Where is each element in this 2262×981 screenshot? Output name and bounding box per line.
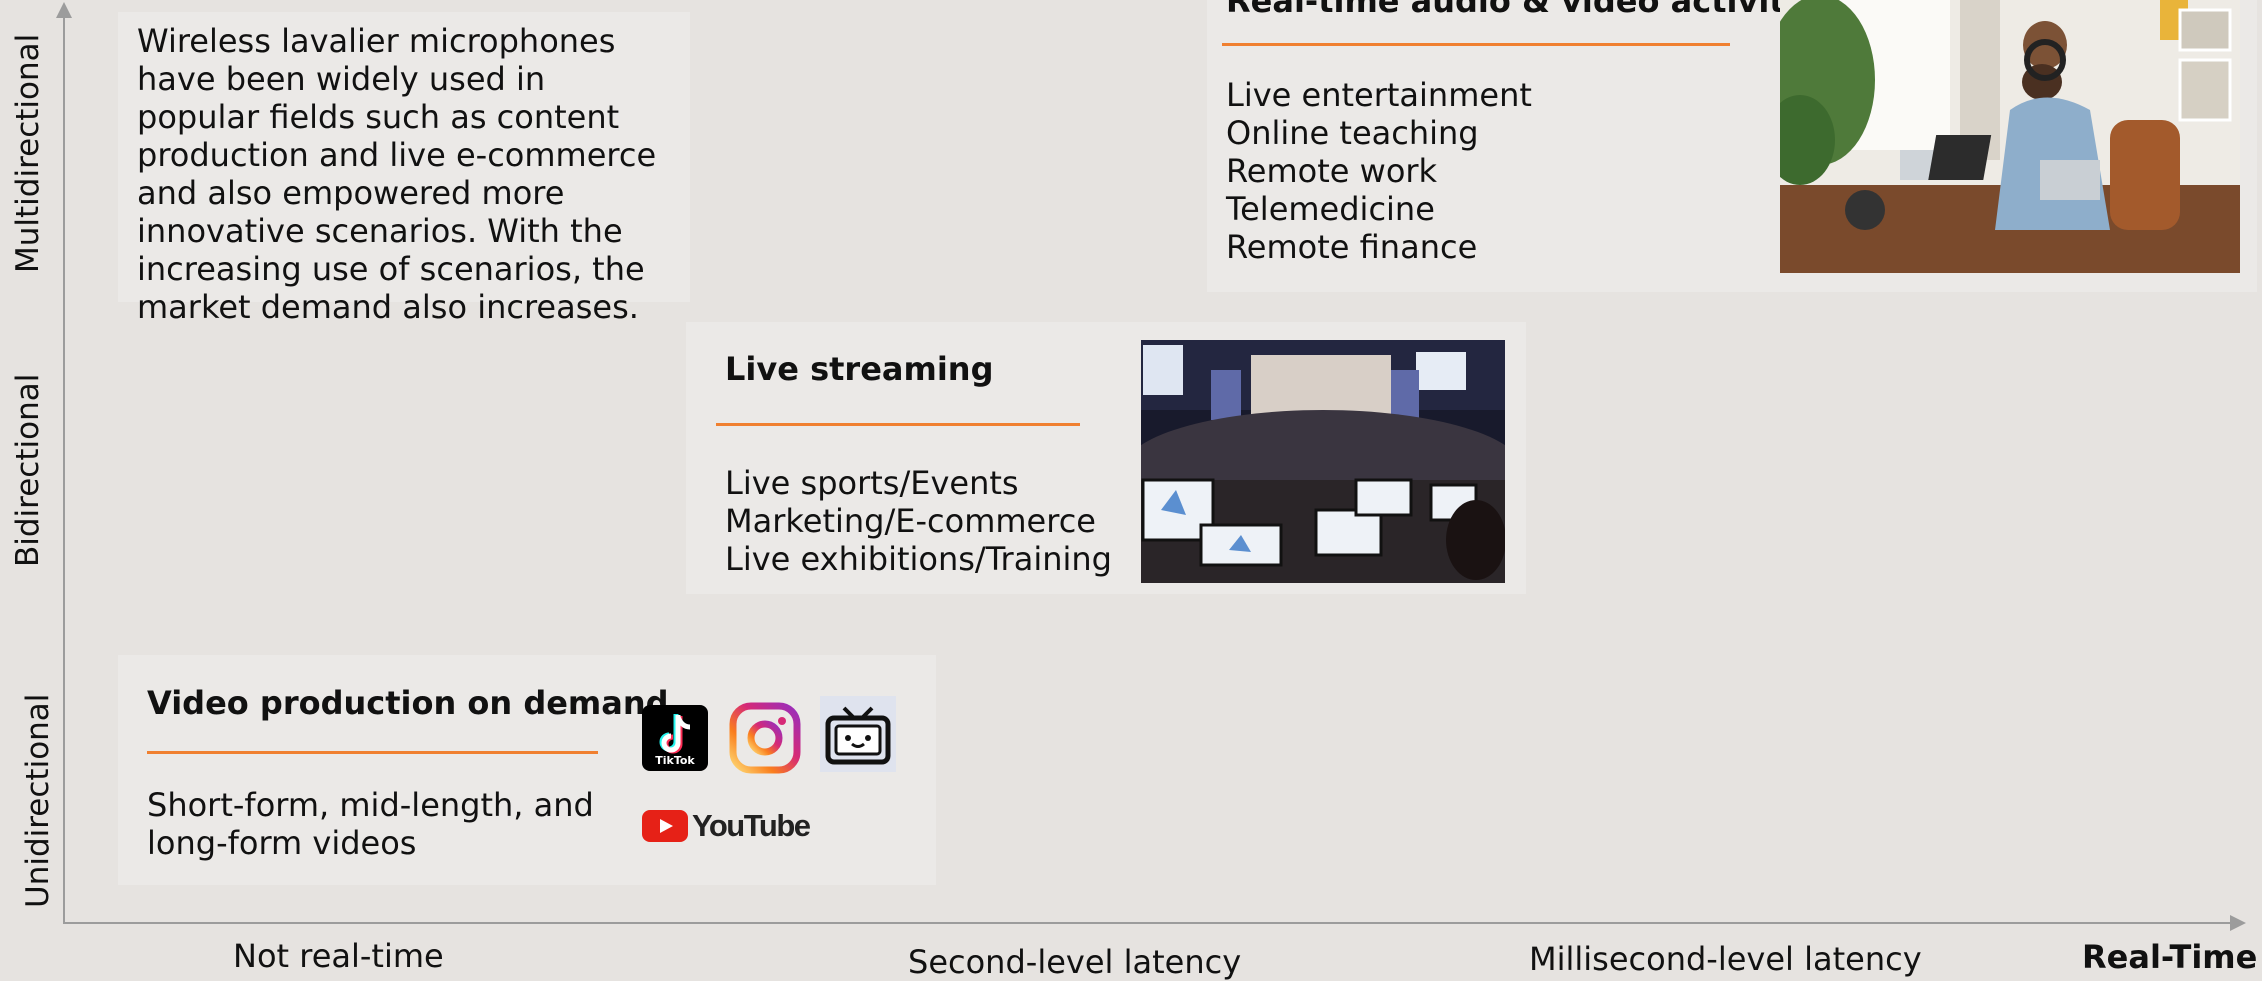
list-item: Telemedicine — [1226, 190, 1435, 228]
y-axis-arrow-icon — [56, 2, 72, 18]
list-item: Remote finance — [1226, 228, 1478, 266]
list-item: Live entertainment — [1226, 76, 1532, 114]
x-label-not-real-time: Not real-time — [233, 937, 444, 975]
streaming-card-title: Live streaming — [725, 350, 994, 388]
list-item: Marketing/E-commerce — [725, 502, 1096, 540]
streaming-card-list: Live sports/Events Marketing/E-commerce … — [725, 464, 1112, 578]
streaming-card-divider — [716, 423, 1080, 426]
x-label-real-time: Real-Time — [2082, 938, 2258, 976]
live-event-photo — [1141, 340, 1505, 583]
youtube-icon — [642, 810, 688, 842]
tiktok-icon: TikTok — [642, 705, 708, 771]
y-label-bidirectional: Bidirectional — [10, 373, 46, 567]
x-axis-line — [63, 922, 2233, 924]
list-item: Live exhibitions/Training — [725, 540, 1112, 578]
vod-desc-line: long-form videos — [147, 824, 417, 862]
realtime-card-title: Real-time audio & video activity — [1226, 0, 1806, 20]
y-label-multidirectional: Multidirectional — [10, 33, 46, 273]
vod-card-title: Video production on demand — [147, 684, 669, 722]
vod-card-divider — [147, 751, 598, 754]
realtime-card-divider — [1222, 43, 1730, 46]
youtube-wordmark: YouTube — [692, 808, 811, 843]
intro-text: Wireless lavalier microphones have been … — [137, 22, 657, 326]
instagram-icon — [729, 702, 801, 774]
y-label-unidirectional: Unidirectional — [20, 693, 56, 908]
remote-work-photo — [1780, 0, 2240, 273]
tiktok-label: TikTok — [655, 754, 695, 767]
x-label-second-level: Second-level latency — [908, 943, 1242, 981]
realtime-card-list: Live entertainment Online teaching Remot… — [1226, 76, 1532, 266]
x-axis-arrow-icon — [2230, 915, 2246, 931]
vod-desc-line: Short-form, mid-length, and — [147, 786, 594, 824]
list-item: Remote work — [1226, 152, 1438, 190]
y-axis-line — [63, 14, 65, 924]
bilibili-tv-icon — [820, 696, 896, 772]
list-item: Live sports/Events — [725, 464, 1019, 502]
x-label-millisecond-level: Millisecond-level latency — [1529, 940, 1922, 978]
vod-card-description: Short-form, mid-length, and long-form vi… — [147, 786, 594, 862]
list-item: Online teaching — [1226, 114, 1479, 152]
